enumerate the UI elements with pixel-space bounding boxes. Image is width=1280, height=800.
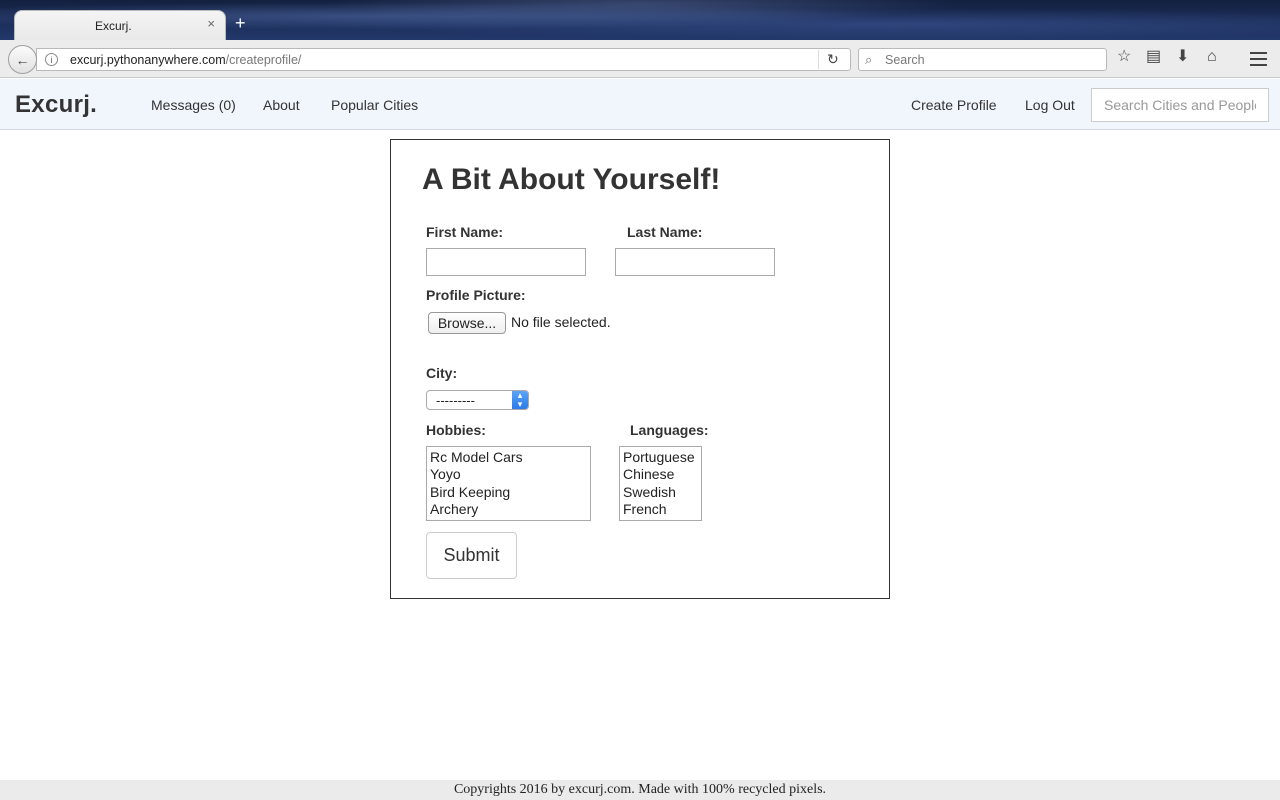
site-logo[interactable]: Excurj. [15, 91, 97, 119]
reload-icon[interactable]: ↻ [827, 51, 839, 68]
nav-popular-cities[interactable]: Popular Cities [331, 97, 418, 113]
hamburger-menu-icon[interactable] [1250, 52, 1267, 66]
nav-create-profile[interactable]: Create Profile [911, 97, 997, 113]
browser-search-input[interactable]: ⌕ Search [858, 48, 1107, 71]
list-item[interactable]: Rc Model Cars [430, 449, 587, 466]
info-icon[interactable]: i [45, 53, 58, 66]
new-tab-button[interactable]: + [235, 14, 246, 32]
list-item[interactable]: Bird Keeping [430, 484, 587, 501]
first-name-field[interactable] [426, 248, 586, 276]
list-item[interactable]: Yoyo [430, 466, 587, 483]
city-select[interactable]: --------- ▴ ▾ [426, 390, 529, 410]
form-title: A Bit About Yourself! [422, 163, 721, 196]
footer: Copyrights 2016 by excurj.com. Made with… [0, 780, 1280, 800]
list-item[interactable]: Chinese [623, 466, 698, 483]
url-divider [818, 50, 819, 69]
home-icon[interactable]: ⌂ [1207, 49, 1217, 65]
download-icon[interactable]: ⬇ [1176, 49, 1189, 65]
list-item[interactable]: French [623, 501, 698, 518]
back-button[interactable]: ← [8, 45, 37, 74]
browser-toolbar: i excurj.pythonanywhere.com/createprofil… [0, 40, 1280, 78]
reading-list-icon[interactable]: ▤ [1146, 49, 1161, 65]
site-header: Excurj. Messages (0) About Popular Citie… [0, 79, 1280, 130]
nav-log-out[interactable]: Log Out [1025, 97, 1075, 113]
nav-about[interactable]: About [263, 97, 300, 113]
back-arrow-icon: ← [15, 51, 30, 68]
profile-picture-label: Profile Picture: [426, 287, 526, 303]
submit-button[interactable]: Submit [426, 532, 517, 579]
list-item[interactable]: Archery [430, 501, 587, 518]
file-status: No file selected. [511, 314, 611, 330]
browser-tab-bar: Excurj. × + [0, 0, 1280, 40]
city-label: City: [426, 365, 458, 381]
url-text[interactable]: excurj.pythonanywhere.com/createprofile/ [70, 53, 301, 67]
browser-tab[interactable]: Excurj. × [14, 10, 226, 40]
url-host: excurj.pythonanywhere.com [70, 53, 226, 67]
list-item[interactable]: Swedish [623, 484, 698, 501]
site-search-input[interactable] [1091, 88, 1269, 122]
browser-search-placeholder: Search [885, 53, 925, 67]
hobbies-listbox[interactable]: Rc Model Cars Yoyo Bird Keeping Archery [426, 446, 591, 521]
hobbies-label: Hobbies: [426, 422, 486, 438]
languages-label: Languages: [630, 422, 709, 438]
last-name-label: Last Name: [627, 224, 703, 240]
languages-listbox[interactable]: Portuguese Chinese Swedish French [619, 446, 702, 521]
tab-close-icon[interactable]: × [207, 17, 215, 30]
url-bar[interactable]: i excurj.pythonanywhere.com/createprofil… [36, 48, 851, 71]
tab-title: Excurj. [95, 19, 132, 33]
city-selected-value: --------- [436, 393, 475, 408]
last-name-field[interactable] [615, 248, 775, 276]
nav-messages[interactable]: Messages (0) [151, 97, 236, 113]
first-name-label: First Name: [426, 224, 504, 240]
bookmark-star-icon[interactable]: ☆ [1117, 49, 1131, 65]
select-updown-icon: ▴ ▾ [512, 391, 528, 409]
url-path: /createprofile/ [225, 53, 302, 67]
search-icon: ⌕ [865, 52, 873, 67]
browse-button[interactable]: Browse... [428, 312, 506, 334]
create-profile-form: A Bit About Yourself! First Name: Last N… [390, 139, 890, 599]
list-item[interactable]: Portuguese [623, 449, 698, 466]
